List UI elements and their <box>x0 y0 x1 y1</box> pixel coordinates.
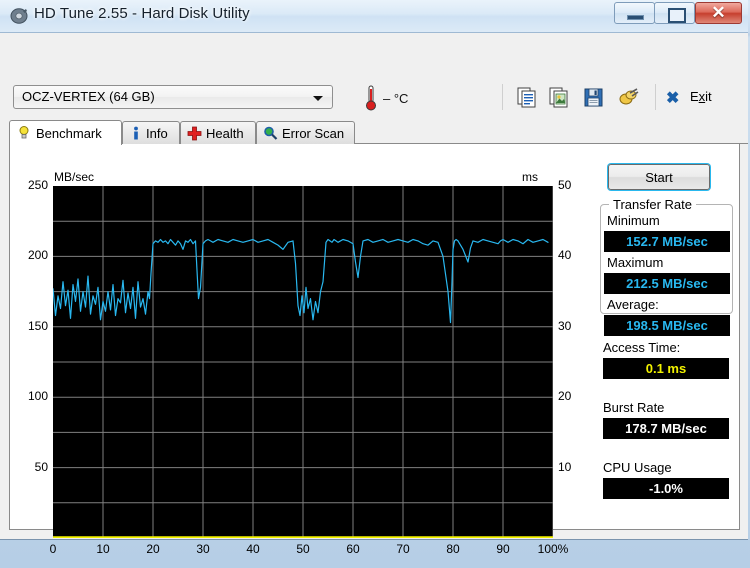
maximize-icon <box>668 8 686 23</box>
y2-tick-label: 30 <box>558 318 572 333</box>
tab-info[interactable]: Info <box>122 121 180 144</box>
transfer-rate-group: Transfer Rate Minimum 152.7 MB/sec Maxim… <box>600 197 733 336</box>
minimum-value: 152.7 MB/sec <box>604 231 730 252</box>
info-icon <box>134 126 138 140</box>
x-tick-label: 30 <box>196 542 210 556</box>
exit-button-label: Exit <box>690 89 712 104</box>
window-title: HD Tune 2.55 - Hard Disk Utility <box>34 5 250 22</box>
tab-health-label: Health <box>206 126 244 141</box>
title-bar[interactable]: HD Tune 2.55 - Hard Disk Utility ✕ <box>0 0 748 33</box>
chart-ylabel: MB/sec <box>54 170 95 184</box>
close-x-icon: ✖ <box>666 90 680 107</box>
y-tick-label: 100 <box>27 389 48 404</box>
hd-tune-window: HD Tune 2.55 - Hard Disk Utility ✕ OCZ-V… <box>0 0 748 556</box>
x-tick-label: 90 <box>496 542 510 556</box>
tab-info-label: Info <box>146 126 168 141</box>
chevron-down-icon <box>313 96 323 101</box>
toolbar-divider-2 <box>655 84 656 110</box>
copy-button[interactable] <box>515 85 541 110</box>
cpu-usage-label: CPU Usage <box>603 460 672 475</box>
x-tick-label: 100% <box>537 542 569 556</box>
y-tick-label: 50 <box>34 459 48 474</box>
settings-button[interactable] <box>616 85 642 110</box>
close-icon: ✕ <box>711 3 726 22</box>
magnifier-icon <box>264 126 278 140</box>
x-tick-label: 20 <box>146 542 160 556</box>
exit-button[interactable]: ✖ Exit <box>666 85 740 110</box>
hdd-icon <box>10 8 28 24</box>
save-button[interactable] <box>581 85 607 110</box>
drive-select-value: OCZ-VERTEX (64 GB) <box>22 89 155 104</box>
y2-tick-label: 40 <box>558 248 572 263</box>
minimum-label: Minimum <box>607 213 660 228</box>
drive-select[interactable]: OCZ-VERTEX (64 GB) <box>13 85 333 109</box>
maximum-label: Maximum <box>607 255 664 270</box>
y2-tick-label: 20 <box>558 389 572 404</box>
client-area: OCZ-VERTEX (64 GB) – °C ✖ Exit Benchmark… <box>0 33 748 556</box>
average-label: Average: <box>607 297 659 312</box>
temperature-readout: – °C <box>383 91 409 106</box>
tab-benchmark-label: Benchmark <box>36 126 102 141</box>
minimize-icon <box>627 15 644 20</box>
maximum-value: 212.5 MB/sec <box>604 273 730 294</box>
maximize-button[interactable] <box>654 2 695 24</box>
benchmark-chart: MB/sec ms 50 100 150 200 250 10 20 30 40 50 0 10 2… <box>10 144 585 556</box>
x-tick-label: 70 <box>396 542 410 556</box>
results-column: Start Transfer Rate Minimum 152.7 MB/sec… <box>592 144 741 530</box>
y-tick-label: 200 <box>27 248 48 263</box>
thermometer-icon <box>366 85 376 111</box>
y-tick-label: 250 <box>27 178 48 192</box>
y-tick-label: 150 <box>27 318 48 333</box>
x-tick-label: 40 <box>246 542 260 556</box>
benchmark-panel: MB/sec ms 50 100 150 200 250 10 20 30 40 50 0 10 2… <box>9 144 741 556</box>
chart-plot-area[interactable] <box>53 186 553 538</box>
copy-icon <box>517 87 536 108</box>
chart-y2label: ms <box>522 170 538 184</box>
settings-icon <box>619 88 639 105</box>
bulb-icon <box>19 126 29 139</box>
close-button[interactable]: ✕ <box>695 2 742 24</box>
transfer-rate-title: Transfer Rate <box>609 197 696 212</box>
screenshot-icon <box>549 87 568 108</box>
screenshot-button[interactable] <box>547 85 573 110</box>
start-button-label: Start <box>645 170 673 185</box>
save-icon <box>584 88 603 107</box>
chart-svg <box>53 186 553 538</box>
access-time-value: 0.1 ms <box>603 358 729 379</box>
burst-rate-label: Burst Rate <box>603 400 665 415</box>
x-tick-label: 60 <box>346 542 360 556</box>
x-tick-label: 50 <box>296 542 310 556</box>
x-tick-label: 80 <box>446 542 460 556</box>
cross-icon <box>187 126 202 141</box>
y2-tick-label: 10 <box>558 459 572 474</box>
minimize-button[interactable] <box>614 2 655 24</box>
x-tick-label: 0 <box>49 542 57 556</box>
average-value: 198.5 MB/sec <box>604 315 730 336</box>
cpu-usage-value: -1.0% <box>603 478 729 499</box>
burst-rate-value: 178.7 MB/sec <box>603 418 729 439</box>
y2-tick-label: 50 <box>558 178 572 192</box>
x-tick-label: 10 <box>96 542 110 556</box>
tab-benchmark[interactable]: Benchmark <box>9 120 122 145</box>
start-button[interactable]: Start <box>608 164 710 190</box>
access-time-label: Access Time: <box>603 340 681 355</box>
tab-errorscan-label: Error Scan <box>282 126 345 141</box>
tab-health[interactable]: Health <box>180 121 256 144</box>
tab-errorscan[interactable]: Error Scan <box>256 121 355 144</box>
toolbar-divider-1 <box>502 84 503 110</box>
